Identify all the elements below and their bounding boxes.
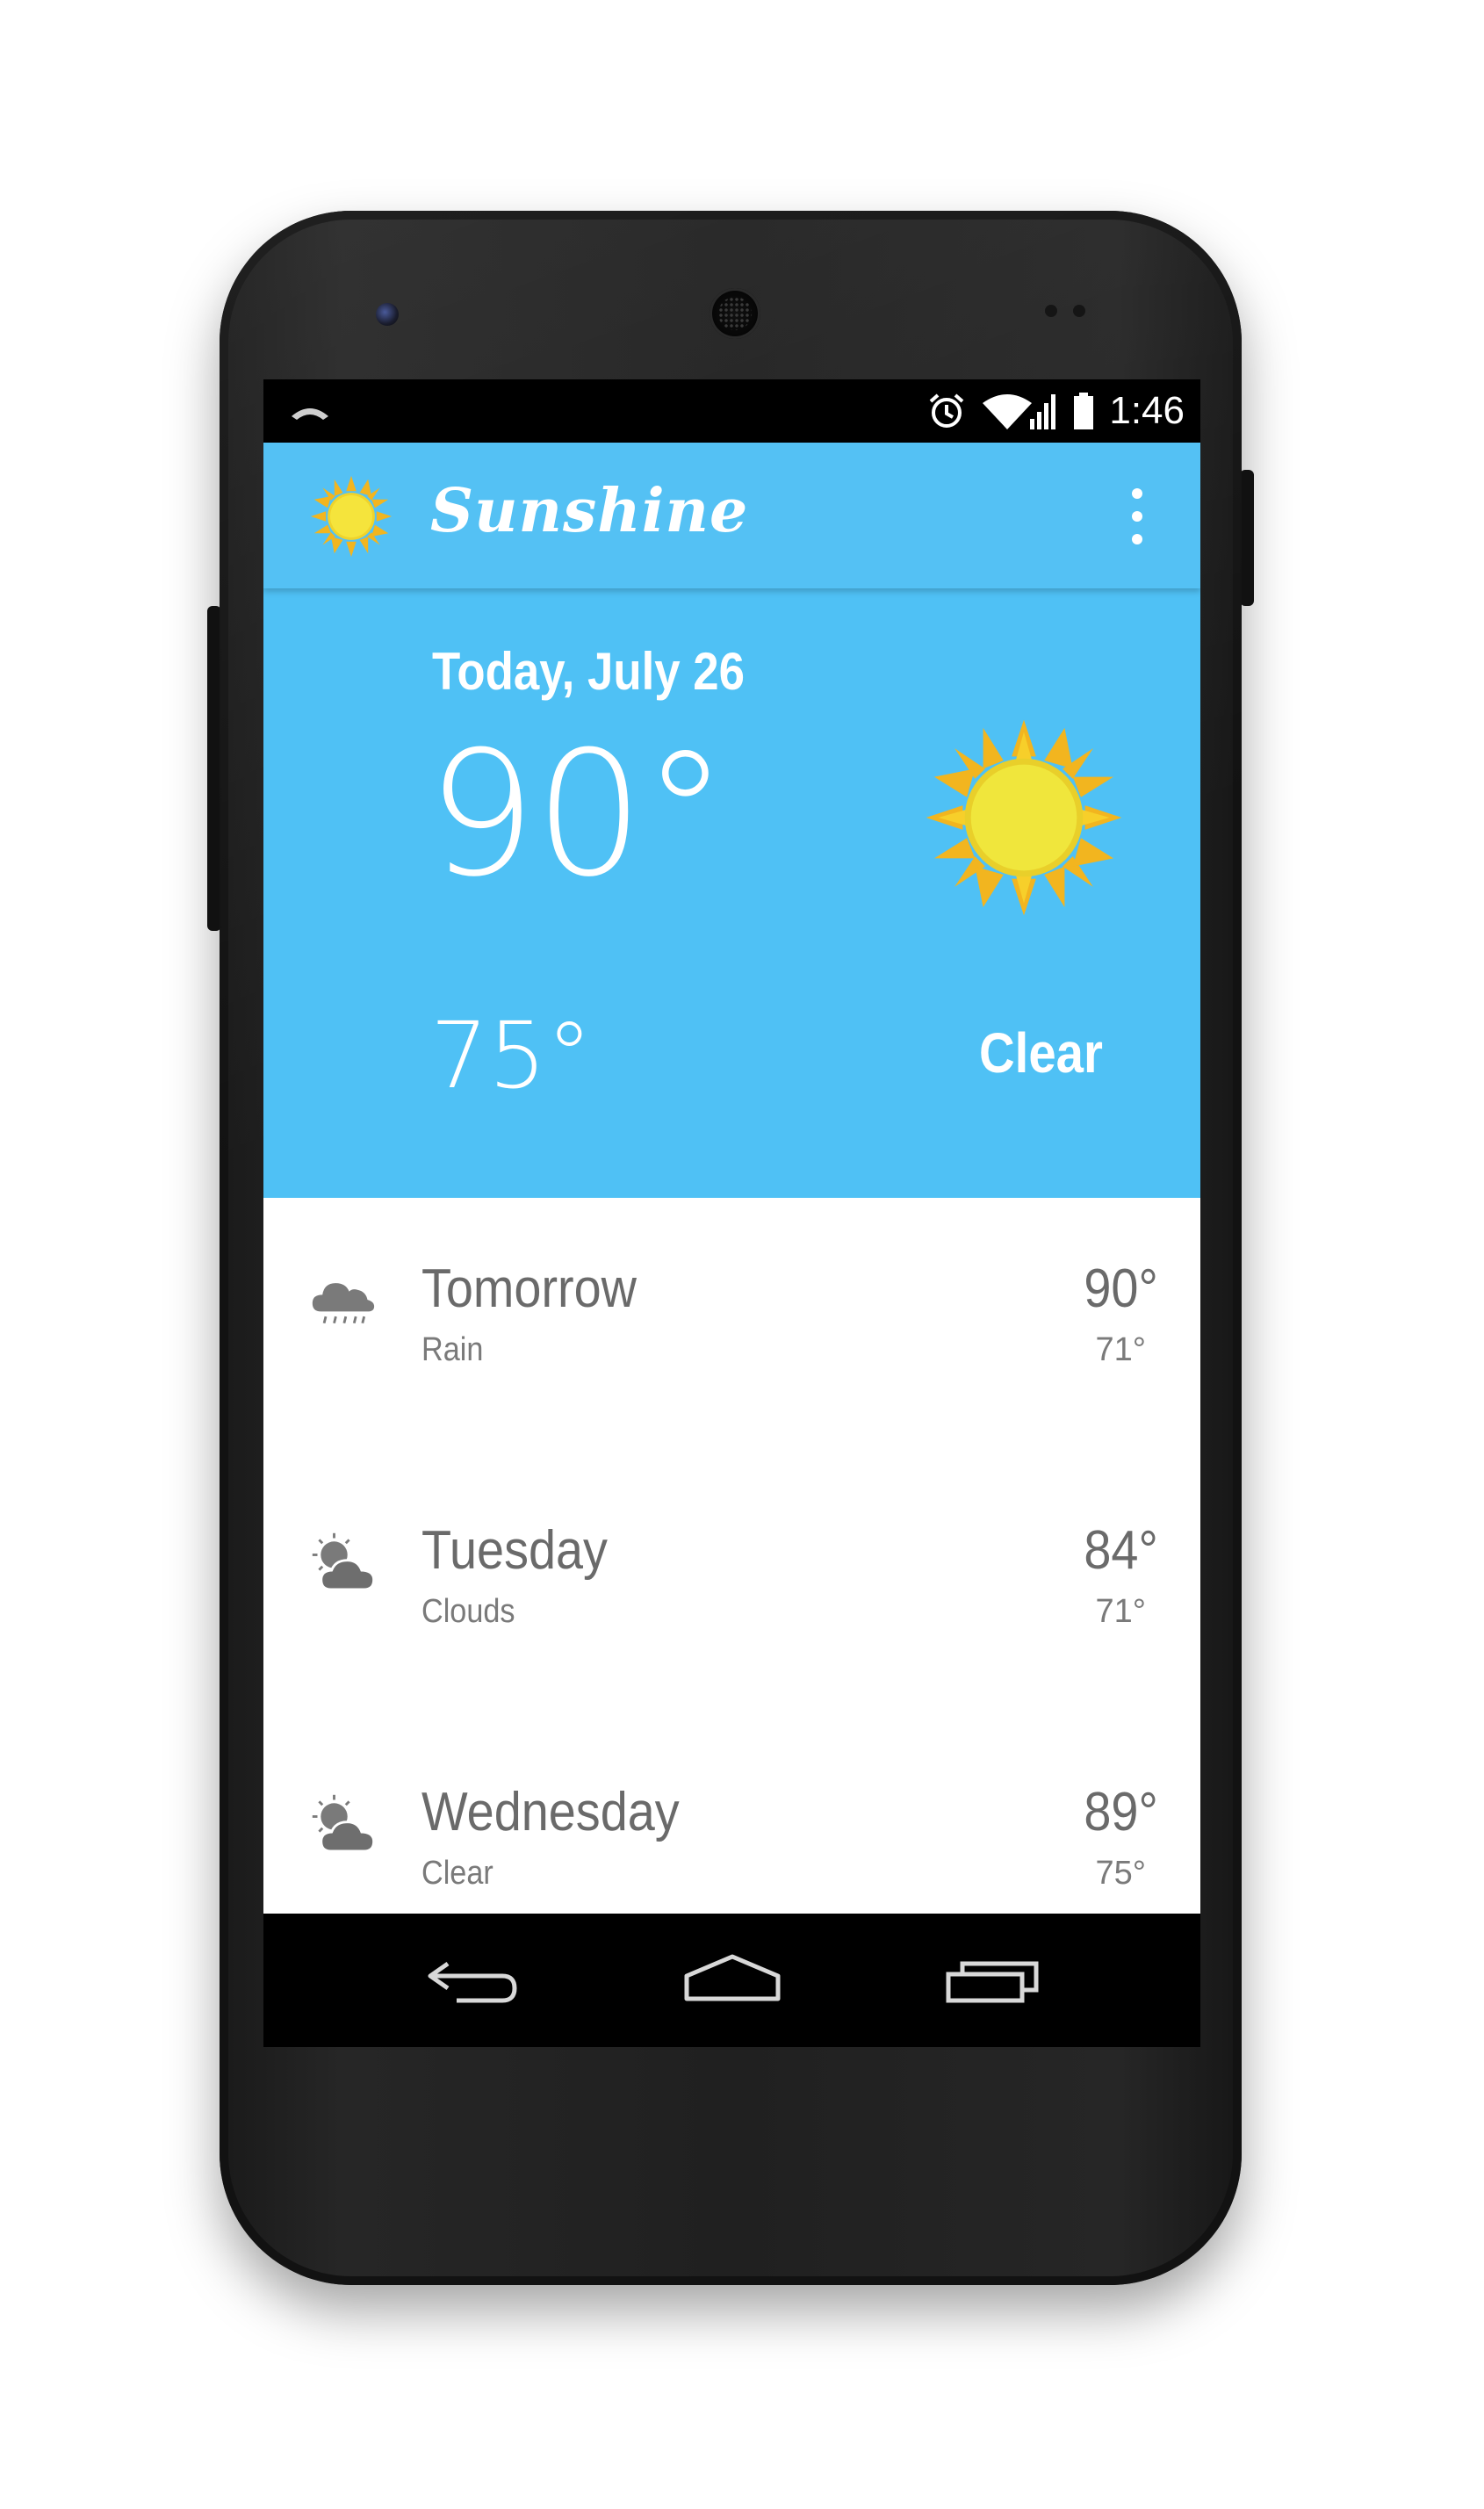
today-description: Clear <box>979 1021 1103 1085</box>
today-low-temp: 75° <box>430 1002 593 1109</box>
light-sensor <box>1073 305 1085 317</box>
forecast-day: Wednesday <box>421 1782 680 1842</box>
status-time: 1:46 <box>1109 389 1185 432</box>
forecast-description: Rain <box>421 1331 484 1368</box>
status-icons: 1:46 <box>926 379 1185 443</box>
sun-icon <box>926 719 1122 916</box>
partly-cloudy-icon <box>312 1532 376 1591</box>
sun-icon <box>310 475 393 558</box>
forecast-low-temp: 71° <box>1095 1593 1146 1630</box>
list-item[interactable]: Tuesday Clouds 84° 71° <box>263 1460 1200 1723</box>
rain-icon <box>312 1283 375 1324</box>
power-button <box>1240 470 1254 606</box>
battery-icon <box>1074 393 1094 429</box>
forecast-high-temp: 90° <box>1084 1258 1158 1319</box>
forecast-day: Tomorrow <box>421 1258 637 1319</box>
today-panel[interactable]: Today, July 26 90° 75° Clear <box>263 588 1200 1198</box>
forecast-high-temp: 84° <box>1084 1520 1158 1581</box>
list-item[interactable]: Tomorrow Rain 90° 71° <box>263 1198 1200 1461</box>
wifi-icon <box>983 394 1033 429</box>
forecast-day: Tuesday <box>421 1520 608 1581</box>
today-high-temp: 90° <box>427 715 728 915</box>
proximity-sensor <box>1045 305 1057 317</box>
screen: 1:46 Sunshine Today, July 26 90° 75° Cle… <box>263 379 1200 2047</box>
front-camera <box>376 303 399 326</box>
volume-button <box>207 606 221 931</box>
speaker-grille <box>718 297 752 330</box>
forecast-low-temp: 75° <box>1095 1855 1146 1892</box>
today-date: Today, July 26 <box>432 642 746 701</box>
status-bar: 1:46 <box>263 379 1200 443</box>
app-title: Sunshine <box>430 476 749 546</box>
forecast-description: Clear <box>421 1855 493 1892</box>
alarm-icon <box>930 393 964 428</box>
partly-cloudy-icon <box>312 1794 376 1853</box>
recents-icon[interactable] <box>940 1944 1045 2015</box>
forecast-description: Clouds <box>421 1593 515 1630</box>
navigation-bar <box>263 1918 1200 2047</box>
phone-icon <box>292 408 328 420</box>
app-bar: Sunshine <box>263 443 1200 588</box>
back-icon[interactable] <box>421 1944 527 2015</box>
home-icon[interactable] <box>680 1944 785 2015</box>
forecast-low-temp: 71° <box>1095 1331 1146 1368</box>
forecast-list: Tomorrow Rain 90° 71° Tuesday Clouds 84°… <box>263 1198 1200 1914</box>
forecast-high-temp: 89° <box>1084 1782 1158 1842</box>
overflow-menu-icon[interactable] <box>1128 488 1146 544</box>
signal-icon <box>1030 394 1056 429</box>
